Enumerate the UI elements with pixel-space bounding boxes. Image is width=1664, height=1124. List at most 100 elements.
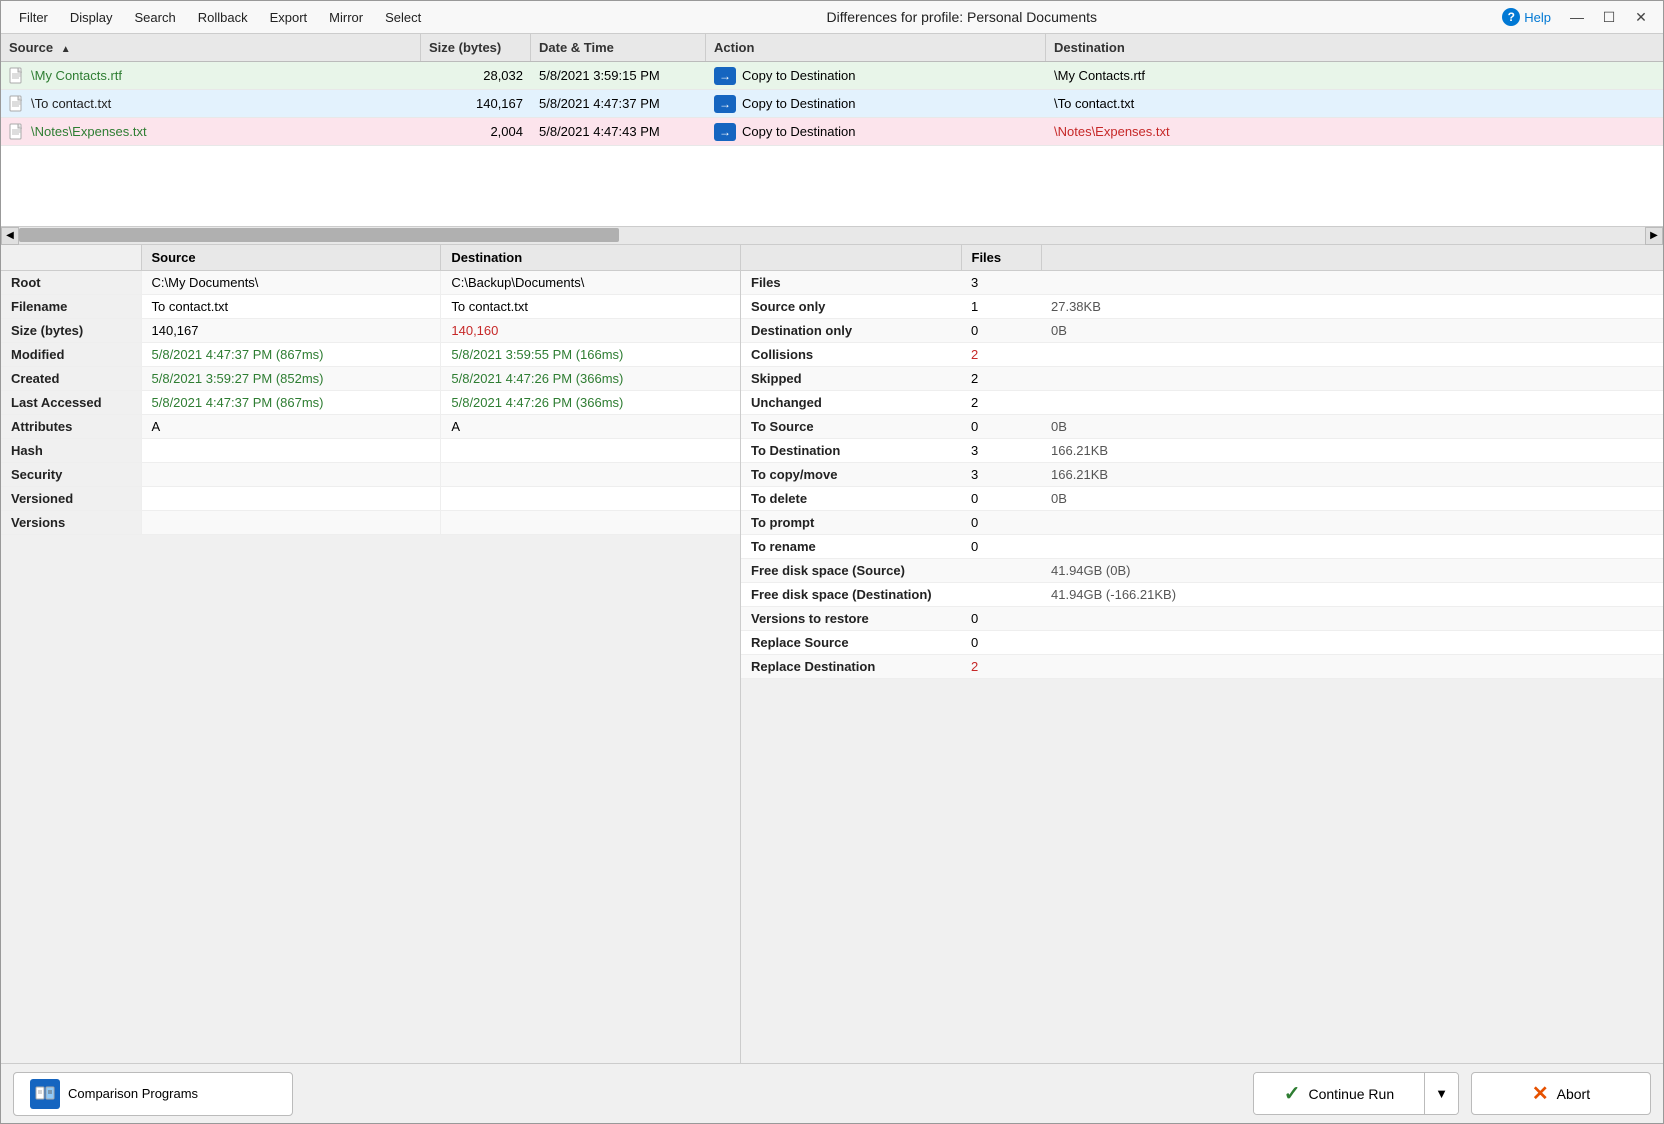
col-header-destination[interactable]: Destination — [1046, 34, 1663, 61]
hscroll-thumb[interactable] — [19, 228, 619, 242]
file-list-header: Source ▲ Size (bytes) Date & Time Action… — [1, 34, 1663, 62]
action-arrow-icon: → — [714, 95, 736, 113]
stats-row-files: Files 3 — [741, 271, 1663, 295]
stats-row-collisions: Collisions 2 — [741, 343, 1663, 367]
stats-row-skipped: Skipped 2 — [741, 367, 1663, 391]
stats-row-versions-restore: Versions to restore 0 — [741, 607, 1663, 631]
sort-arrow-icon: ▲ — [61, 44, 71, 55]
menu-search[interactable]: Search — [125, 6, 186, 29]
details-row-security: Security — [1, 463, 740, 487]
details-source-val: 5/8/2021 4:47:37 PM (867ms) — [141, 391, 441, 415]
details-row-size: Size (bytes) 140,167 140,160 — [1, 319, 740, 343]
stats-value: 0 — [961, 607, 1041, 631]
stats-size — [1041, 535, 1663, 559]
stats-row-freedisk-dest: Free disk space (Destination) 41.94GB (-… — [741, 583, 1663, 607]
table-row[interactable]: \Notes\Expenses.txt 2,004 5/8/2021 4:47:… — [1, 118, 1663, 146]
stats-label: Collisions — [741, 343, 961, 367]
check-icon: ✓ — [1284, 1081, 1301, 1106]
abort-button[interactable]: ✕ Abort — [1471, 1072, 1651, 1115]
help-label: Help — [1524, 10, 1551, 25]
stats-row-replace-source: Replace Source 0 — [741, 631, 1663, 655]
details-label: Filename — [1, 295, 141, 319]
menu-rollback[interactable]: Rollback — [188, 6, 258, 29]
stats-row-tosource: To Source 0 0B — [741, 415, 1663, 439]
stats-label: Unchanged — [741, 391, 961, 415]
stats-label: Replace Destination — [741, 655, 961, 679]
details-dest-val — [441, 487, 740, 511]
col-header-datetime[interactable]: Date & Time — [531, 34, 706, 61]
stats-size: 166.21KB — [1041, 439, 1663, 463]
stats-label: To delete — [741, 487, 961, 511]
details-col-dest: Destination — [441, 245, 740, 271]
details-dest-val — [441, 439, 740, 463]
stats-row-unchanged: Unchanged 2 — [741, 391, 1663, 415]
hscroll-left-button[interactable]: ◀ — [1, 227, 19, 245]
details-label: Modified — [1, 343, 141, 367]
action-cell: → Copy to Destination — [706, 119, 1046, 145]
comparison-svg-icon — [35, 1084, 55, 1104]
menu-display[interactable]: Display — [60, 6, 123, 29]
menu-select[interactable]: Select — [375, 6, 431, 29]
help-button[interactable]: ? Help — [1492, 5, 1561, 29]
menu-filter[interactable]: Filter — [9, 6, 58, 29]
details-col-source: Source — [141, 245, 441, 271]
stats-row-torename: To rename 0 — [741, 535, 1663, 559]
menu-mirror[interactable]: Mirror — [319, 6, 373, 29]
stats-value: 0 — [961, 631, 1041, 655]
menu-export[interactable]: Export — [260, 6, 318, 29]
stats-panel: Files Files 3 Source only 1 27.38KB Dest… — [741, 245, 1663, 1063]
col-header-size[interactable]: Size (bytes) — [421, 34, 531, 61]
details-dest-val — [441, 463, 740, 487]
col-header-action[interactable]: Action — [706, 34, 1046, 61]
stats-size: 27.38KB — [1041, 295, 1663, 319]
details-label: Last Accessed — [1, 391, 141, 415]
source-cell: \Notes\Expenses.txt — [1, 119, 421, 145]
file-icon — [9, 95, 25, 113]
details-dest-val: 140,160 — [441, 319, 740, 343]
bottom-panels: Source Destination Root C:\My Documents\… — [1, 245, 1663, 1063]
maximize-button[interactable]: ☐ — [1595, 6, 1623, 28]
details-label: Attributes — [1, 415, 141, 439]
stats-row-replace-dest: Replace Destination 2 — [741, 655, 1663, 679]
hscroll-right-button[interactable]: ▶ — [1645, 227, 1663, 245]
source-filename: \Notes\Expenses.txt — [31, 124, 147, 139]
details-dest-val: 5/8/2021 3:59:55 PM (166ms) — [441, 343, 740, 367]
file-icon — [9, 67, 25, 85]
stats-value: 2 — [961, 367, 1041, 391]
file-list-container: Source ▲ Size (bytes) Date & Time Action… — [1, 34, 1663, 227]
comparison-programs-button[interactable]: Comparison Programs — [13, 1072, 293, 1116]
minimize-button[interactable]: — — [1563, 6, 1591, 28]
bottom-bar: Comparison Programs ✓ Continue Run ▼ ✕ A… — [1, 1063, 1663, 1123]
stats-value: 0 — [961, 511, 1041, 535]
window-controls: — ☐ ✕ — [1563, 6, 1655, 28]
details-label: Hash — [1, 439, 141, 463]
table-row[interactable]: \My Contacts.rtf 28,032 5/8/2021 3:59:15… — [1, 62, 1663, 90]
stats-value: 2 — [961, 343, 1041, 367]
stats-label: Destination only — [741, 319, 961, 343]
hscroll-track[interactable] — [19, 227, 1645, 244]
stats-col-size — [1041, 245, 1663, 271]
continue-run-button[interactable]: ✓ Continue Run — [1254, 1073, 1425, 1114]
continue-run-group: ✓ Continue Run ▼ — [1253, 1072, 1459, 1115]
stats-size: 0B — [1041, 319, 1663, 343]
details-dest-val: 5/8/2021 4:47:26 PM (366ms) — [441, 391, 740, 415]
stats-value: 0 — [961, 415, 1041, 439]
size-cell: 2,004 — [421, 120, 531, 143]
help-icon: ? — [1502, 8, 1520, 26]
close-button[interactable]: ✕ — [1627, 6, 1655, 28]
size-cell: 28,032 — [421, 64, 531, 87]
hscrollbar[interactable]: ◀ ▶ — [1, 227, 1663, 245]
stats-value: 0 — [961, 487, 1041, 511]
col-header-source[interactable]: Source ▲ — [1, 34, 421, 61]
table-row[interactable]: \To contact.txt 140,167 5/8/2021 4:47:37… — [1, 90, 1663, 118]
stats-label: To prompt — [741, 511, 961, 535]
details-source-val — [141, 439, 441, 463]
continue-run-dropdown[interactable]: ▼ — [1425, 1073, 1458, 1114]
stats-size — [1041, 631, 1663, 655]
stats-label: Free disk space (Source) — [741, 559, 961, 583]
stats-size: 0B — [1041, 487, 1663, 511]
source-cell: \To contact.txt — [1, 91, 421, 117]
chevron-down-icon: ▼ — [1435, 1086, 1448, 1101]
stats-value: 3 — [961, 463, 1041, 487]
stats-label: Source only — [741, 295, 961, 319]
